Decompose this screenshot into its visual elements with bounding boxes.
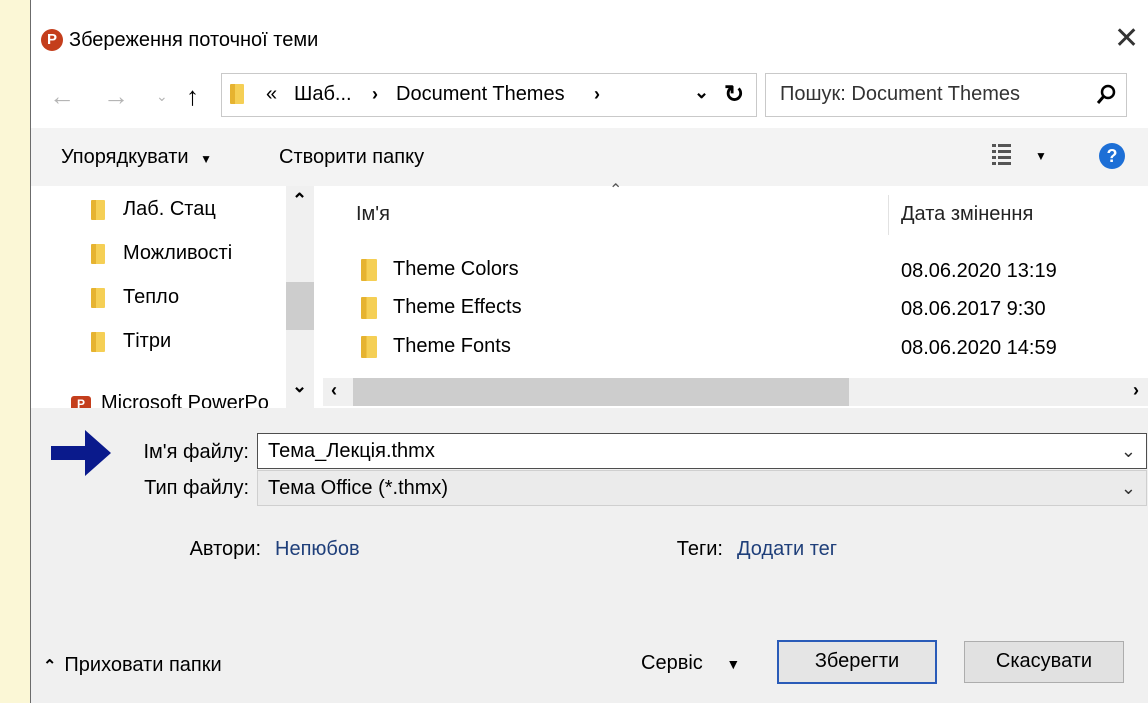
arrow-up-icon[interactable]: ↑ xyxy=(186,82,199,110)
save-theme-dialog: P Збереження поточної теми ✕ ← → ⌄ ↑ « Ш… xyxy=(30,0,1148,703)
close-icon[interactable]: ✕ xyxy=(1114,24,1139,54)
refresh-icon[interactable]: ↻ xyxy=(724,80,744,109)
folder-icon xyxy=(91,331,105,352)
file-list-horizontal-scrollbar[interactable]: ‹ › xyxy=(323,378,1148,406)
file-row-theme-colors[interactable]: Theme Colors xyxy=(361,258,519,281)
sidebar-item-label: Лаб. Стац xyxy=(123,198,216,220)
folder-icon xyxy=(361,296,377,319)
view-options-icon[interactable] xyxy=(991,142,1013,166)
filetype-select[interactable]: Тема Office (*.thmx) ⌄ xyxy=(257,470,1147,506)
annotation-arrow-icon xyxy=(51,430,111,476)
scrollbar-thumb[interactable] xyxy=(286,282,314,330)
search-input[interactable]: Пошук: Document Themes xyxy=(780,83,1020,106)
organize-label: Упорядкувати xyxy=(61,146,189,168)
arrow-left-icon[interactable]: ← xyxy=(49,82,75,110)
chevron-right-icon[interactable]: › xyxy=(372,84,378,105)
breadcrumb-parent[interactable]: Шаб... xyxy=(294,83,352,106)
arrow-right-icon[interactable]: → xyxy=(103,82,129,110)
folder-icon xyxy=(91,287,105,308)
sidebar-scrollbar[interactable]: ⌃ ⌄ xyxy=(286,186,314,408)
sidebar-item-mozhlyvosti[interactable]: Можливості xyxy=(91,242,232,265)
address-dropdown-icon[interactable]: ⌄ xyxy=(694,82,709,103)
file-name: Theme Fonts xyxy=(393,335,511,357)
save-options-panel: Ім'я файлу: Тема_Лекція.thmx ⌄ Тип файлу… xyxy=(31,408,1148,703)
scroll-left-icon[interactable]: ‹ xyxy=(331,380,337,401)
sidebar-item-teplo[interactable]: Тепло xyxy=(91,286,179,309)
filename-label: Ім'я файлу: xyxy=(143,441,250,463)
caret-down-icon: ▼ xyxy=(726,656,741,672)
dialog-title: Збереження поточної теми xyxy=(69,29,319,51)
column-header-name[interactable]: Ім'я xyxy=(356,203,390,226)
file-row-theme-effects[interactable]: Theme Effects xyxy=(361,296,522,319)
authors-label: Автори: xyxy=(189,538,261,560)
authors-value[interactable]: Непюбов xyxy=(275,538,360,561)
scrollbar-thumb[interactable] xyxy=(353,378,849,406)
column-divider[interactable] xyxy=(888,195,889,235)
sidebar-item-label: Можливості xyxy=(123,242,233,264)
scroll-up-icon[interactable]: ⌃ xyxy=(292,190,307,211)
scroll-right-icon[interactable]: › xyxy=(1133,380,1139,401)
sidebar-item-label: Тітри xyxy=(123,330,172,352)
file-date: 08.06.2017 9:30 xyxy=(901,298,1046,320)
search-box[interactable]: Пошук: Document Themes xyxy=(765,73,1127,117)
folder-icon xyxy=(230,84,244,104)
chevron-down-icon[interactable]: ⌄ xyxy=(156,88,168,105)
caret-down-icon: ▼ xyxy=(200,152,213,166)
tags-label: Теги: xyxy=(676,538,723,560)
cancel-button[interactable]: Скасувати xyxy=(964,641,1124,683)
scroll-down-icon[interactable]: ⌄ xyxy=(292,376,307,397)
breadcrumb-overflow[interactable]: « xyxy=(266,83,277,106)
filetype-value: Тема Office (*.thmx) xyxy=(268,477,449,499)
file-name: Theme Colors xyxy=(393,258,519,280)
view-dropdown-icon[interactable]: ▼ xyxy=(1035,149,1047,163)
breadcrumb-current[interactable]: Document Themes xyxy=(396,83,565,106)
sidebar-item-lab[interactable]: Лаб. Стац xyxy=(91,198,216,221)
sidebar-item-titry[interactable]: Тітри xyxy=(91,330,171,353)
add-tag-link[interactable]: Додати тег xyxy=(737,538,837,561)
chevron-right-icon[interactable]: › xyxy=(594,84,600,105)
folder-icon xyxy=(91,243,105,264)
powerpoint-app-icon: P xyxy=(41,29,63,51)
hide-folders-button[interactable]: ⌃ Приховати папки xyxy=(43,654,222,677)
command-bar: Упорядкувати ▼ Створити папку ▼ ? xyxy=(31,128,1148,186)
address-bar[interactable]: « Шаб... › Document Themes › ⌄ ↻ xyxy=(221,73,757,117)
folder-icon xyxy=(91,199,105,220)
file-name: Theme Effects xyxy=(393,296,522,318)
folder-icon xyxy=(361,335,377,358)
chevron-down-icon[interactable]: ⌄ xyxy=(1121,434,1136,468)
hide-folders-label: Приховати папки xyxy=(64,654,222,676)
tools-button[interactable]: Сервіс ▼ xyxy=(641,652,740,675)
organize-button[interactable]: Упорядкувати ▼ xyxy=(61,146,212,169)
search-icon[interactable] xyxy=(1096,84,1116,106)
filename-input[interactable]: Тема_Лекція.thmx xyxy=(268,440,435,462)
help-icon[interactable]: ? xyxy=(1099,143,1125,169)
chevron-up-icon: ⌃ xyxy=(43,658,57,675)
filename-field[interactable]: Тема_Лекція.thmx ⌄ xyxy=(257,433,1147,469)
file-date: 08.06.2020 14:59 xyxy=(901,337,1057,359)
chevron-down-icon[interactable]: ⌄ xyxy=(1121,471,1136,505)
tools-label: Сервіс xyxy=(641,652,703,674)
sidebar-item-label: Тепло xyxy=(123,286,180,308)
column-header-date[interactable]: Дата змінення xyxy=(901,203,1033,226)
file-date: 08.06.2020 13:19 xyxy=(901,260,1057,282)
file-row-theme-fonts[interactable]: Theme Fonts xyxy=(361,335,511,358)
filetype-label: Тип файлу: xyxy=(144,477,249,499)
sort-ascending-icon: ⌃ xyxy=(609,182,623,199)
folder-icon xyxy=(361,258,377,281)
new-folder-button[interactable]: Створити папку xyxy=(279,146,424,169)
save-button[interactable]: Зберегти xyxy=(777,640,937,684)
